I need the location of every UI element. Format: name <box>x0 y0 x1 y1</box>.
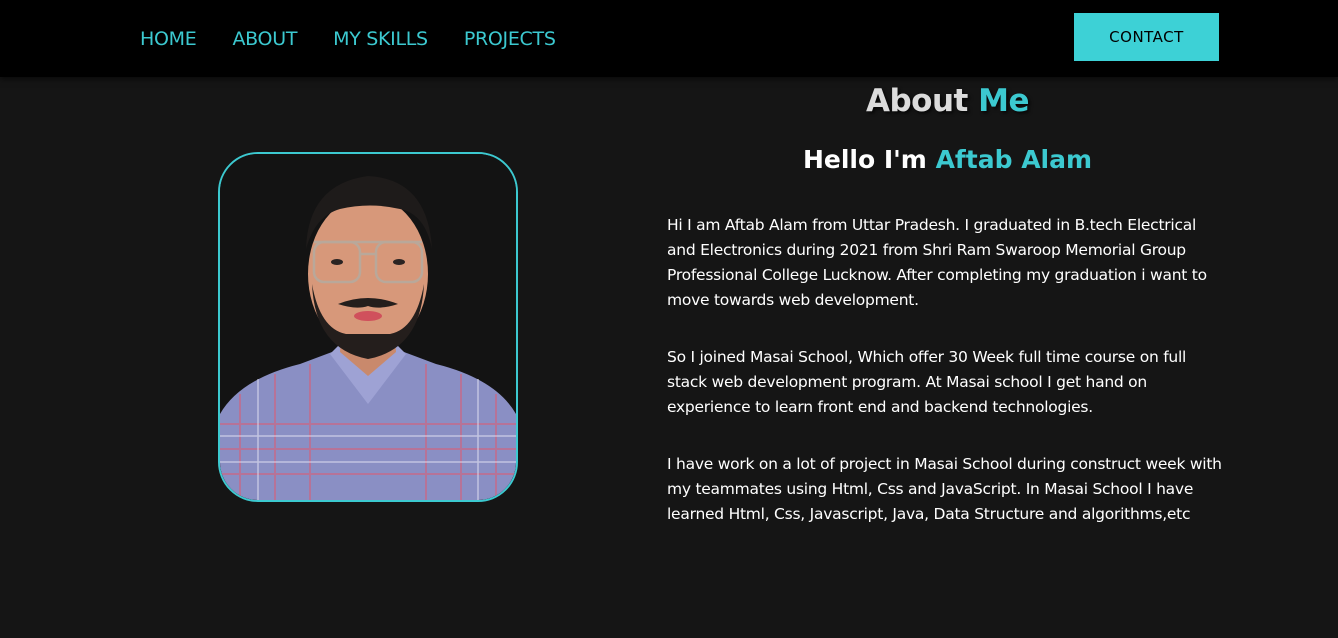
navbar: HOME ABOUT MY SKILLS PROJECTS CONTACT <box>0 0 1338 77</box>
profile-photo-image <box>220 154 516 500</box>
about-title-accent: Me <box>978 83 1030 119</box>
bio-paragraph-3: I have work on a lot of project in Masai… <box>667 455 1222 523</box>
about-me-heading: About Me <box>800 83 1095 119</box>
nav-link-home[interactable]: HOME <box>140 28 197 50</box>
hello-prefix: Hello I'm <box>802 145 927 174</box>
nav-link-projects[interactable]: PROJECTS <box>464 28 556 50</box>
bio-paragraph-1: Hi I am Aftab Alam from Uttar Pradesh. I… <box>667 216 1207 309</box>
hello-heading: Hello I'm Aftab Alam <box>760 145 1135 174</box>
bio-paragraph-2: So I joined Masai School, Which offer 30… <box>667 348 1187 416</box>
nav-links: HOME ABOUT MY SKILLS PROJECTS <box>140 0 592 77</box>
nav-link-about[interactable]: ABOUT <box>232 28 297 50</box>
contact-button[interactable]: CONTACT <box>1074 13 1219 61</box>
about-title-prefix: About <box>865 83 968 119</box>
hello-name: Aftab Alam <box>935 145 1093 174</box>
nav-link-my-skills[interactable]: MY SKILLS <box>333 28 428 50</box>
profile-photo <box>218 152 518 502</box>
